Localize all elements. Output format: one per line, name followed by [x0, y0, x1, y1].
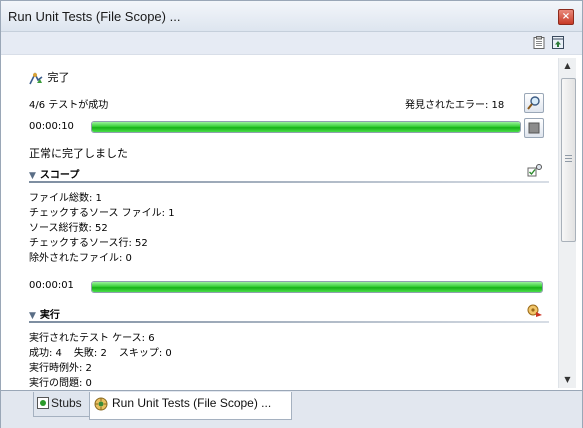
stubs-icon	[37, 397, 49, 409]
scope-progress-fill	[92, 282, 542, 292]
errors-found: 発見されたエラー: 18	[405, 100, 505, 111]
test-progress-fill	[92, 122, 520, 132]
result-counts: 成功: 4 失敗: 2 スキップ: 0	[29, 344, 172, 359]
failure-count: 失敗: 2	[73, 348, 107, 359]
scope-line: ファイル総数: 1	[29, 193, 102, 204]
scroll-thumb[interactable]	[561, 78, 576, 242]
scope-header-label: スコープ	[39, 170, 80, 181]
done-label: 完了	[47, 71, 70, 84]
view-toolbar	[1, 32, 582, 55]
window-title: Run Unit Tests (File Scope) ...	[8, 9, 181, 24]
execution-section-header[interactable]: ▼ 実行	[29, 306, 60, 321]
scope-divider	[29, 181, 549, 183]
skipped-count: スキップ: 0	[118, 348, 172, 359]
collapse-caret-icon[interactable]: ▼	[29, 311, 36, 321]
magnifier-icon	[527, 96, 540, 110]
run-complete-icon	[29, 71, 43, 84]
title-bar: Run Unit Tests (File Scope) ... ×	[1, 1, 582, 32]
execution-problems: 実行の問題: 0	[29, 378, 92, 389]
test-summary: 4/6 テストが成功	[29, 100, 109, 111]
search-errors-button[interactable]	[524, 93, 544, 113]
elapsed-time-1: 00:00:10	[29, 121, 74, 132]
runtime-exceptions: 実行時例外: 2	[29, 363, 92, 374]
tab-run-unit-tests[interactable]: Run Unit Tests (File Scope) ...	[89, 392, 292, 420]
scope-settings-icon[interactable]	[527, 163, 543, 177]
vertical-scrollbar[interactable]: ▲ ▼	[558, 58, 576, 388]
stop-button[interactable]	[524, 118, 544, 138]
tab-stubs-label: Stubs	[51, 396, 82, 410]
scroll-down-icon[interactable]: ▼	[559, 372, 576, 388]
tab-stubs[interactable]: Stubs	[33, 392, 91, 417]
test-run-window: Run Unit Tests (File Scope) ... × 完了 4/6…	[0, 0, 583, 428]
close-button[interactable]: ×	[558, 9, 574, 25]
success-count: 成功: 4	[29, 348, 62, 359]
clipboard-icon[interactable]	[533, 36, 545, 49]
execution-run-icon[interactable]	[527, 303, 543, 318]
run-tests-icon	[94, 397, 108, 411]
results-panel: 完了 4/6 テストが成功 発見されたエラー: 18 00:00:10 正常に完…	[29, 63, 549, 389]
stop-icon	[528, 122, 540, 134]
scope-progress-bar	[91, 281, 543, 293]
done-status: 完了	[29, 69, 70, 85]
scope-line: ソース総行数: 52	[29, 223, 108, 234]
collapse-caret-icon[interactable]: ▼	[29, 171, 36, 181]
scope-section-header[interactable]: ▼ スコープ	[29, 166, 79, 181]
execution-divider	[29, 321, 549, 323]
export-icon[interactable]	[552, 36, 564, 49]
elapsed-time-2: 00:00:01	[29, 280, 74, 291]
view-tab-bar: Stubs Run Unit Tests (File Scope) ...	[1, 390, 582, 428]
scope-line: 除外されたファイル: 0	[29, 253, 132, 264]
execution-header-label: 実行	[39, 310, 60, 321]
scroll-up-icon[interactable]: ▲	[559, 58, 576, 74]
completion-message: 正常に完了しました	[29, 147, 128, 160]
tests-run: 実行されたテスト ケース: 6	[29, 333, 155, 344]
tab-run-label: Run Unit Tests (File Scope) ...	[112, 396, 272, 410]
scope-line: チェックするソース行: 52	[29, 238, 148, 249]
test-progress-bar	[91, 121, 521, 133]
scope-line: チェックするソース ファイル: 1	[29, 208, 175, 219]
